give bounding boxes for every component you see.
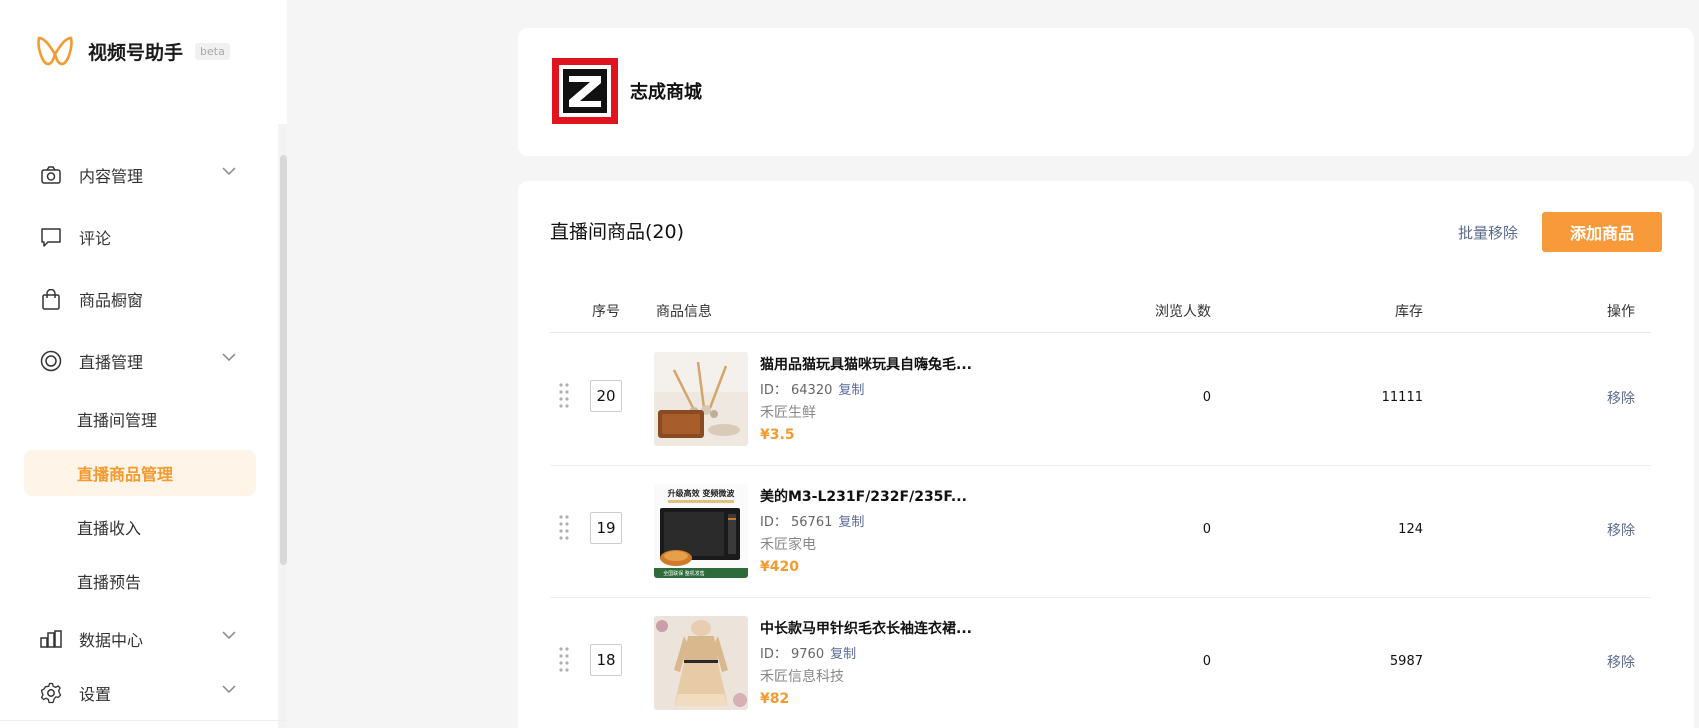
product-id: ID： 9760 复制: [760, 643, 856, 662]
sidebar-subitem-live-products[interactable]: 直播商品管理: [24, 450, 256, 496]
chart-icon: [40, 628, 62, 650]
sidebar-item-live[interactable]: 直播管理: [40, 341, 240, 381]
sidebar-subitem-live-income[interactable]: 直播收入: [24, 504, 256, 550]
stock-count: 11111: [1381, 390, 1423, 405]
sidebar: 视频号助手 beta 内容管理 评论 商品橱窗 直播管理 直播间管理 直播商品管…: [0, 0, 287, 728]
live-icon: [40, 350, 62, 372]
id-value: 64320: [791, 383, 833, 398]
shop-logo-icon: [552, 58, 618, 124]
sidebar-item-label: 直播管理: [79, 353, 144, 372]
drag-handle-icon[interactable]: [558, 514, 570, 540]
sidebar-item-data[interactable]: 数据中心: [40, 619, 240, 659]
product-title[interactable]: 美的M3-L231F/232F/235F...: [760, 486, 967, 506]
table-row: 20 猫用品猫玩具猫咪玩具自嗨兔毛... ID： 64320 复制 禾匠生鲜 ¥3…: [550, 334, 1651, 466]
column-header-stock: 库存: [1395, 304, 1423, 320]
product-price: ¥82: [760, 691, 790, 707]
sidebar-subitem-live-preview[interactable]: 直播预告: [24, 558, 256, 604]
views-count: 0: [1202, 390, 1211, 405]
column-header-info: 商品信息: [656, 304, 712, 320]
brand-name: 视频号助手: [88, 41, 184, 64]
gear-icon: [40, 682, 62, 704]
camera-icon: [40, 164, 62, 186]
column-header-seq: 序号: [592, 304, 620, 320]
thumb-caption: 全国联保 整机发售: [663, 570, 705, 577]
product-shop: 禾匠生鲜: [760, 405, 816, 421]
id-value: 56761: [791, 515, 833, 530]
id-prefix: ID：: [760, 383, 787, 398]
thumb-banner: 升级高效 变频微波: [668, 488, 736, 498]
stock-count: 5987: [1389, 654, 1423, 669]
brand-logo-icon: [37, 36, 73, 66]
sidebar-item-label: 设置: [79, 685, 112, 704]
sidebar-item-label: 内容管理: [79, 167, 144, 186]
section-title: 直播间商品(20): [550, 221, 685, 243]
divider: [0, 720, 287, 721]
chevron-down-icon: [222, 167, 236, 175]
add-product-button[interactable]: 添加商品: [1542, 212, 1662, 252]
drag-handle-icon[interactable]: [558, 646, 570, 672]
sidebar-subitem-live-room[interactable]: 直播间管理: [24, 396, 256, 442]
chevron-down-icon: [222, 353, 236, 361]
column-header-views: 浏览人数: [1155, 304, 1211, 320]
sidebar-item-label: 数据中心: [79, 631, 144, 650]
column-header-ops: 操作: [1607, 304, 1635, 320]
remove-link[interactable]: 移除: [1607, 652, 1635, 672]
brand[interactable]: 视频号助手 beta: [36, 32, 230, 70]
table-row: 19 升级高效 变频微波 全国联保 整机发售 美的M3-L231F/232F/2…: [550, 466, 1651, 598]
views-count: 0: [1202, 522, 1211, 537]
shop-card: 志成商城: [518, 28, 1694, 156]
product-shop: 禾匠家电: [760, 537, 816, 553]
chevron-down-icon: [222, 631, 236, 639]
sidebar-item-settings[interactable]: 设置: [40, 673, 240, 713]
live-products-panel: 直播间商品(20) 批量移除 添加商品 序号 商品信息 浏览人数 库存 操作 2…: [518, 181, 1694, 728]
shop-name: 志成商城: [630, 82, 702, 103]
id-prefix: ID：: [760, 515, 787, 530]
microwave-image: 升级高效 变频微波 全国联保 整机发售: [654, 484, 748, 578]
sidebar-item-comments[interactable]: 评论: [40, 217, 240, 257]
remove-link[interactable]: 移除: [1607, 520, 1635, 540]
remove-link[interactable]: 移除: [1607, 388, 1635, 408]
product-price: ¥420: [760, 559, 799, 575]
product-title[interactable]: 猫用品猫玩具猫咪玩具自嗨兔毛...: [760, 354, 972, 374]
sort-order-input[interactable]: 19: [590, 512, 622, 544]
sort-order-input[interactable]: 20: [590, 380, 622, 412]
copy-id-link[interactable]: 复制: [838, 515, 864, 530]
drag-handle-icon[interactable]: [558, 382, 570, 408]
copy-id-link[interactable]: 复制: [830, 647, 856, 662]
product-title[interactable]: 中长款马甲针织毛衣长袖连衣裙...: [760, 618, 972, 638]
id-prefix: ID：: [760, 647, 787, 662]
cat-toy-image: [654, 352, 748, 446]
product-id: ID： 64320 复制: [760, 379, 864, 398]
chevron-down-icon: [222, 685, 236, 693]
copy-id-link[interactable]: 复制: [838, 383, 864, 398]
dress-image: [654, 616, 748, 710]
comment-icon: [40, 226, 62, 248]
bulk-remove-button[interactable]: 批量移除: [1458, 222, 1518, 243]
product-id: ID： 56761 复制: [760, 511, 864, 530]
sidebar-item-showcase[interactable]: 商品橱窗: [40, 279, 240, 319]
product-shop: 禾匠信息科技: [760, 669, 844, 685]
sidebar-item-content[interactable]: 内容管理: [40, 155, 240, 195]
beta-badge: beta: [195, 42, 230, 60]
stock-count: 124: [1398, 522, 1423, 537]
views-count: 0: [1202, 654, 1211, 669]
table-row: 18 中长款马甲针织毛衣长袖连衣裙... ID： 9760 复制 禾匠信息科技 ¥…: [550, 598, 1651, 728]
product-price: ¥3.5: [760, 427, 795, 443]
sidebar-item-label: 商品橱窗: [79, 291, 144, 310]
sort-order-input[interactable]: 18: [590, 644, 622, 676]
table-header: 序号 商品信息 浏览人数 库存 操作: [550, 301, 1651, 333]
id-value: 9760: [791, 647, 825, 662]
bag-icon: [40, 288, 62, 310]
sidebar-item-label: 评论: [79, 229, 112, 248]
sidebar-scrollbar[interactable]: [280, 155, 287, 565]
